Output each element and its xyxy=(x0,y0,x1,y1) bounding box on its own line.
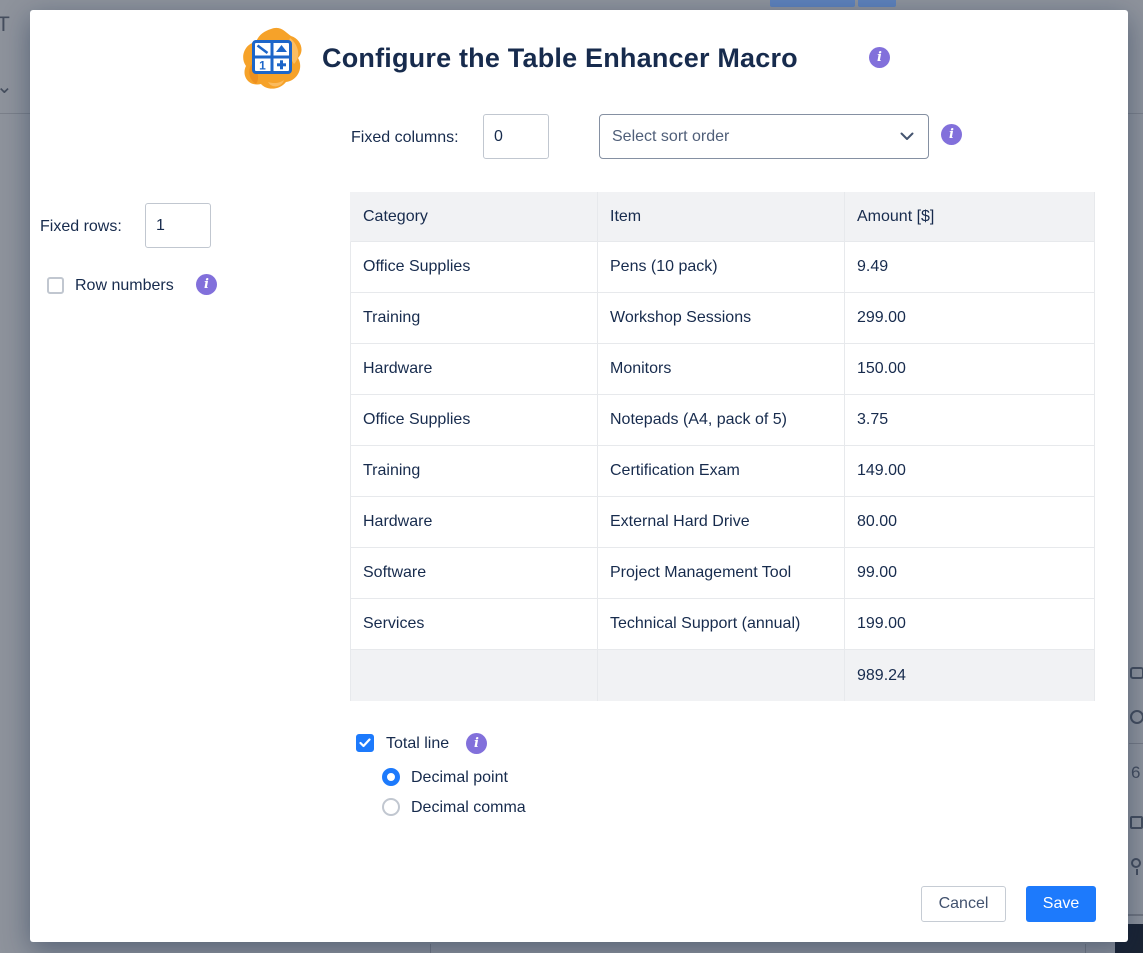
background-partial-glyph: 6 xyxy=(1131,763,1140,783)
table-header-row: Category Item Amount [$] xyxy=(350,192,1095,242)
table-cell: Hardware xyxy=(350,344,598,395)
row-numbers-info-icon[interactable]: i xyxy=(196,274,217,295)
pin-icon xyxy=(1131,858,1141,868)
table-row: TrainingCertification Exam149.00 xyxy=(350,446,1095,497)
table-header-item: Item xyxy=(598,192,845,242)
sort-order-info-icon[interactable]: i xyxy=(941,124,962,145)
table-row: TrainingWorkshop Sessions299.00 xyxy=(350,293,1095,344)
table-cell: 149.00 xyxy=(845,446,1095,497)
table-row: Office SuppliesNotepads (A4, pack of 5)3… xyxy=(350,395,1095,446)
table-cell: 80.00 xyxy=(845,497,1095,548)
table-body: Office SuppliesPens (10 pack)9.49Trainin… xyxy=(350,242,1095,650)
total-line-info-icon[interactable]: i xyxy=(466,733,487,754)
table-cell: Pens (10 pack) xyxy=(598,242,845,293)
table-cell: Project Management Tool xyxy=(598,548,845,599)
comment-icon xyxy=(1130,667,1143,679)
table-cell: Training xyxy=(350,446,598,497)
chevron-down-icon xyxy=(900,132,914,141)
save-button[interactable]: Save xyxy=(1026,886,1096,922)
fixed-rows-input[interactable] xyxy=(145,203,211,248)
decimal-comma-radio[interactable] xyxy=(382,798,400,816)
table-cell: 99.00 xyxy=(845,548,1095,599)
table-row: Office SuppliesPens (10 pack)9.49 xyxy=(350,242,1095,293)
chevron-down-icon: ⌄ xyxy=(0,74,13,99)
table-cell: Notepads (A4, pack of 5) xyxy=(598,395,845,446)
background-table-border xyxy=(430,944,431,953)
table-cell: 9.49 xyxy=(845,242,1095,293)
table-cell: Technical Support (annual) xyxy=(598,599,845,650)
table-cell: 3.75 xyxy=(845,395,1095,446)
decimal-point-label: Decimal point xyxy=(411,768,508,788)
preview-table: Category Item Amount [$] Office Supplies… xyxy=(350,192,1095,701)
table-cell: 199.00 xyxy=(845,599,1095,650)
background-right-divider xyxy=(1128,914,1143,916)
table-cell: Monitors xyxy=(598,344,845,395)
table-cell: 150.00 xyxy=(845,344,1095,395)
table-cell: Services xyxy=(350,599,598,650)
table-row: ServicesTechnical Support (annual)199.00 xyxy=(350,599,1095,650)
table-enhancer-macro-icon: 1 xyxy=(240,26,304,90)
table-row: HardwareMonitors150.00 xyxy=(350,344,1095,395)
table-cell: Certification Exam xyxy=(598,446,845,497)
table-row: HardwareExternal Hard Drive80.00 xyxy=(350,497,1095,548)
cancel-button[interactable]: Cancel xyxy=(921,886,1006,922)
total-line-label: Total line xyxy=(386,734,449,754)
dialog-title: Configure the Table Enhancer Macro xyxy=(322,43,798,74)
background-sidebar-divider xyxy=(1129,743,1143,744)
total-line-checkbox[interactable] xyxy=(356,734,374,752)
table-cell: Hardware xyxy=(350,497,598,548)
table-cell: Software xyxy=(350,548,598,599)
table-total-row: 989.24 xyxy=(350,650,1095,701)
decimal-point-radio[interactable] xyxy=(382,768,400,786)
square-icon xyxy=(1130,816,1143,829)
decimal-comma-label: Decimal comma xyxy=(411,798,526,818)
background-secondary-button-partial xyxy=(858,0,896,7)
sort-order-placeholder: Select sort order xyxy=(612,128,900,146)
table-cell: Office Supplies xyxy=(350,395,598,446)
sort-order-select[interactable]: Select sort order xyxy=(599,114,929,159)
svg-text:1: 1 xyxy=(259,59,266,73)
table-header-category: Category xyxy=(350,192,598,242)
background-partial-text: T xyxy=(0,13,10,37)
fixed-rows-label: Fixed rows: xyxy=(40,217,122,236)
table-cell: External Hard Drive xyxy=(598,497,845,548)
table-row: SoftwareProject Management Tool99.00 xyxy=(350,548,1095,599)
table-cell: 299.00 xyxy=(845,293,1095,344)
table-total-amount: 989.24 xyxy=(845,650,1095,701)
table-cell xyxy=(598,650,845,701)
row-numbers-checkbox[interactable] xyxy=(47,277,64,294)
table-cell: Training xyxy=(350,293,598,344)
fixed-columns-input[interactable] xyxy=(483,114,549,159)
table-cell xyxy=(350,650,598,701)
background-table-border xyxy=(1085,944,1086,953)
circle-icon xyxy=(1130,710,1143,724)
table-cell: Office Supplies xyxy=(350,242,598,293)
table-cell: Workshop Sessions xyxy=(598,293,845,344)
background-primary-button-partial xyxy=(770,0,855,7)
table-header-amount: Amount [$] xyxy=(845,192,1095,242)
title-info-icon[interactable]: i xyxy=(869,47,890,68)
fixed-columns-label: Fixed columns: xyxy=(351,128,459,147)
row-numbers-label: Row numbers xyxy=(75,276,174,296)
macro-config-dialog: 1 Configure the Table Enhancer Macro i F… xyxy=(30,10,1128,942)
